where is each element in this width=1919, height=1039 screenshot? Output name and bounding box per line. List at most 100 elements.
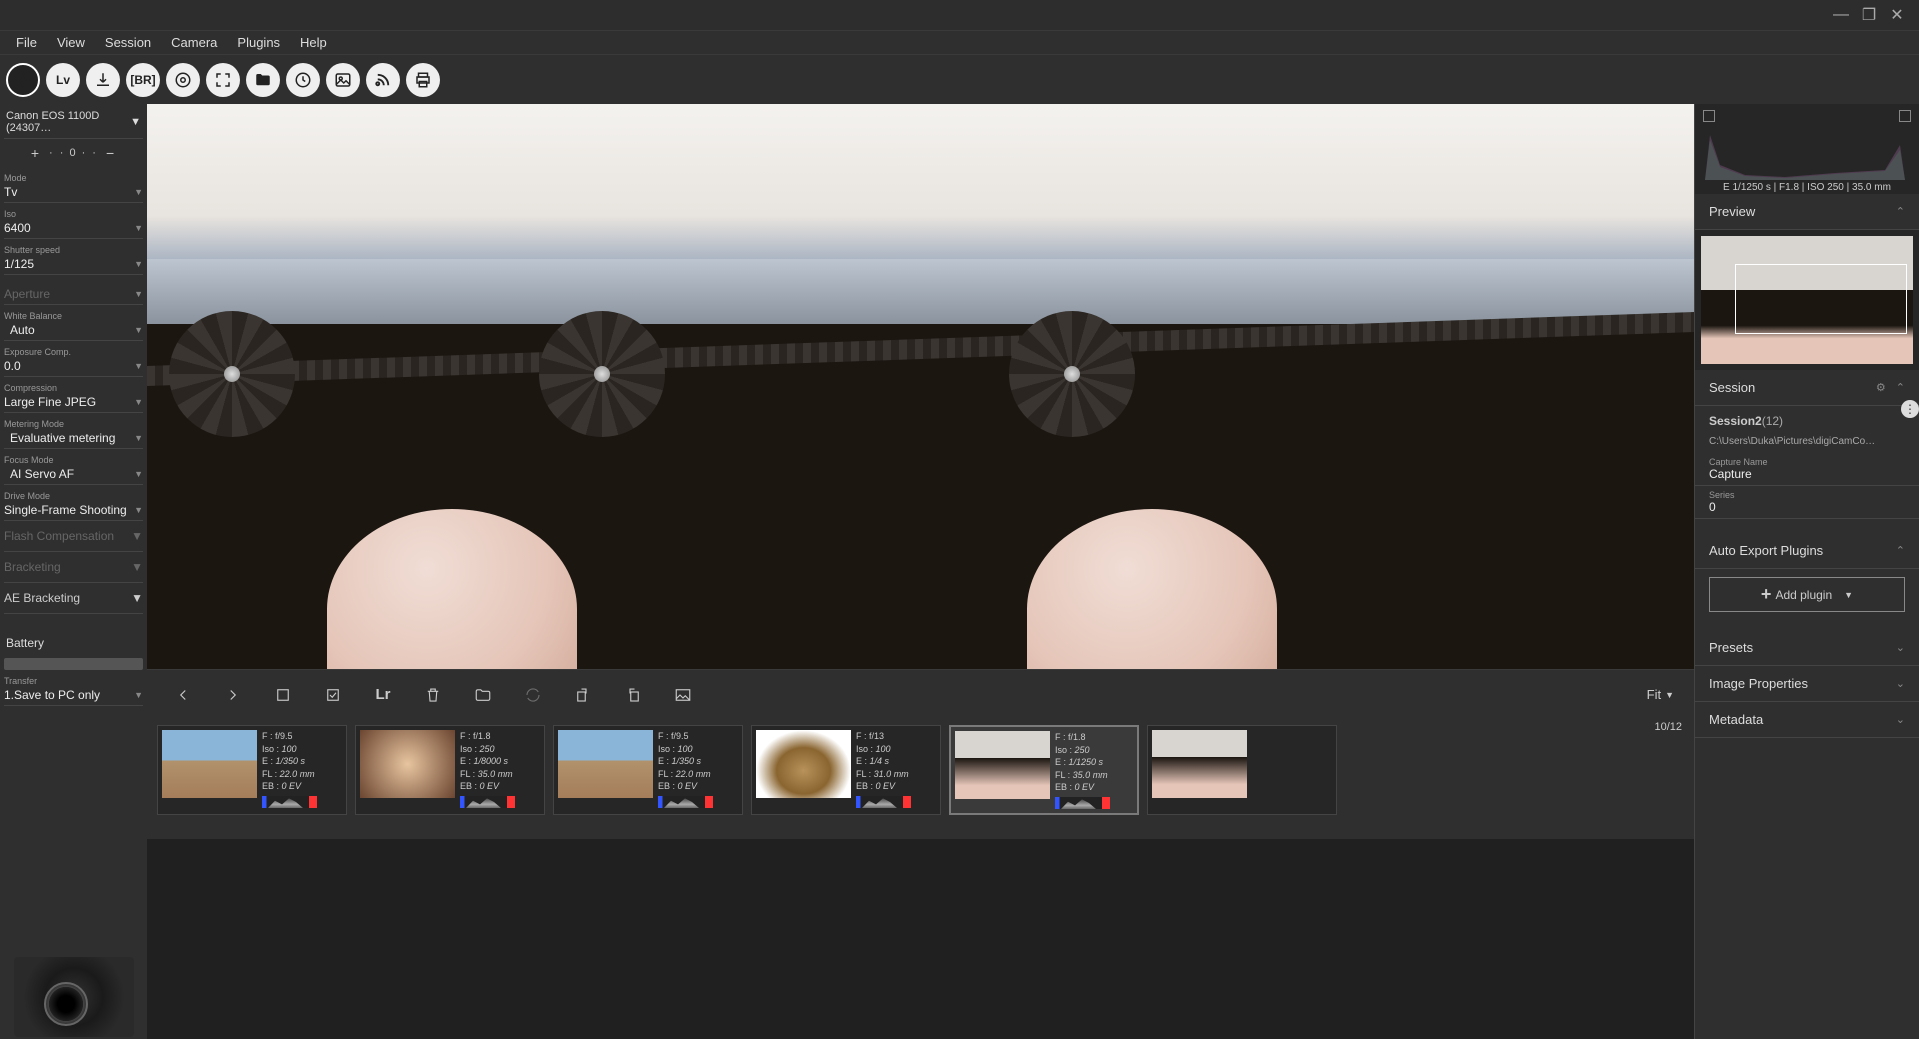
- menu-session[interactable]: Session: [95, 35, 161, 50]
- drive-select[interactable]: Single-Frame Shooting▼: [4, 501, 143, 521]
- plus-icon: +: [1761, 584, 1772, 605]
- bracketing-button[interactable]: [BR]: [126, 63, 160, 97]
- presets-section-header[interactable]: Presets ⌄: [1695, 630, 1919, 666]
- battery-bar: [4, 658, 143, 670]
- menu-plugins[interactable]: Plugins: [227, 35, 290, 50]
- menu-file[interactable]: File: [6, 35, 47, 50]
- ae-bracketing-section[interactable]: AE Bracketing▼: [4, 583, 143, 614]
- bracketing-section[interactable]: Bracketing▼: [4, 552, 143, 583]
- series-label: Series: [1695, 486, 1919, 500]
- filmstrip-item[interactable]: [1147, 725, 1337, 815]
- chevron-up-icon: ⌃: [1896, 544, 1905, 557]
- evc-select[interactable]: 0.0▼: [4, 357, 143, 377]
- center-area: LrFit▼ 10/12 F : f/9.5Iso : 100E : 1/350…: [147, 104, 1694, 1039]
- chevron-down-icon: ⌄: [1896, 641, 1905, 654]
- mode-select[interactable]: Tv▼: [4, 183, 143, 203]
- edit-image-button[interactable]: [667, 679, 699, 711]
- preview-section-header[interactable]: Preview ⌃: [1695, 194, 1919, 230]
- add-plugin-button[interactable]: + Add plugin ▼: [1709, 577, 1905, 612]
- main-preview-image[interactable]: [147, 104, 1694, 669]
- histogram-info: E 1/1250 s | F1.8 | ISO 250 | 35.0 mm: [1695, 182, 1919, 193]
- filmstrip-item[interactable]: F : f/9.5Iso : 100E : 1/350 sFL : 22.0 m…: [553, 725, 743, 815]
- main-toolbar: Lv [BR]: [0, 54, 1919, 104]
- lightroom-button[interactable]: Lr: [367, 679, 399, 711]
- autofocus-button[interactable]: [166, 63, 200, 97]
- chevron-down-icon: ▼: [134, 690, 143, 700]
- close-button[interactable]: ✕: [1883, 5, 1911, 25]
- refresh-button[interactable]: [517, 679, 549, 711]
- menu-view[interactable]: View: [47, 35, 95, 50]
- preview-viewport-rect[interactable]: [1735, 264, 1907, 334]
- side-tab-button[interactable]: ⋮: [1901, 400, 1919, 418]
- download-button[interactable]: [86, 63, 120, 97]
- metering-select[interactable]: Evaluative metering▼: [4, 429, 143, 449]
- capture-button[interactable]: [6, 63, 40, 97]
- histogram-highlight-clip-icon[interactable]: [1899, 110, 1911, 122]
- chevron-down-icon: ▼: [134, 469, 143, 479]
- histogram[interactable]: E 1/1250 s | F1.8 | ISO 250 | 35.0 mm: [1695, 104, 1919, 194]
- thumbnail-info: [1247, 730, 1252, 810]
- exposure-scale[interactable]: + · · 0 · · −: [4, 139, 143, 167]
- chevron-down-icon: ▼: [131, 591, 143, 605]
- rotate-right-button[interactable]: [617, 679, 649, 711]
- zoom-fit-select[interactable]: Fit▼: [1647, 687, 1674, 702]
- shutter-select[interactable]: 1/125▼: [4, 255, 143, 275]
- comp-label: Compression: [4, 383, 143, 393]
- filmstrip-item[interactable]: F : f/13Iso : 100E : 1/4 sFL : 31.0 mmEB…: [751, 725, 941, 815]
- capture-name-input[interactable]: Capture: [1695, 467, 1919, 486]
- menu-camera[interactable]: Camera: [161, 35, 227, 50]
- filmstrip-item[interactable]: F : f/9.5Iso : 100E : 1/350 sFL : 22.0 m…: [157, 725, 347, 815]
- ev-center: 0: [69, 147, 77, 159]
- filmstrip-item[interactable]: F : f/1.8Iso : 250E : 1/8000 sFL : 35.0 …: [355, 725, 545, 815]
- autoexport-section-header[interactable]: Auto Export Plugins ⌃: [1695, 533, 1919, 569]
- session-section-header[interactable]: Session ⚙ ⌃: [1695, 370, 1919, 406]
- flash-comp-section[interactable]: Flash Compensation▼: [4, 521, 143, 552]
- prev-button[interactable]: [167, 679, 199, 711]
- chevron-down-icon: ▼: [134, 505, 143, 515]
- filmstrip-item[interactable]: F : f/1.8Iso : 250E : 1/1250 sFL : 35.0 …: [949, 725, 1139, 815]
- camera-image: [14, 957, 134, 1037]
- series-input[interactable]: 0: [1695, 500, 1919, 519]
- preview-thumbnail[interactable]: [1695, 230, 1919, 370]
- unmark-button[interactable]: [267, 679, 299, 711]
- aperture-select[interactable]: Aperture▼: [4, 285, 143, 305]
- mark-button[interactable]: [317, 679, 349, 711]
- histogram-shadow-clip-icon[interactable]: [1703, 110, 1715, 122]
- liveview-button[interactable]: Lv: [46, 63, 80, 97]
- next-button[interactable]: [217, 679, 249, 711]
- print-button[interactable]: [406, 63, 440, 97]
- transfer-select[interactable]: 1.Save to PC only▼: [4, 686, 143, 706]
- focus-select[interactable]: AI Servo AF▼: [4, 465, 143, 485]
- rotate-left-button[interactable]: [567, 679, 599, 711]
- fullscreen-button[interactable]: [206, 63, 240, 97]
- battery-label: Battery: [4, 632, 143, 654]
- chevron-down-icon: ▼: [134, 223, 143, 233]
- ev-plus[interactable]: +: [23, 145, 49, 161]
- filmstrip[interactable]: F : f/9.5Iso : 100E : 1/350 sFL : 22.0 m…: [147, 719, 1694, 815]
- metadata-section-header[interactable]: Metadata ⌄: [1695, 702, 1919, 738]
- compression-select[interactable]: Large Fine JPEG▼: [4, 393, 143, 413]
- thumbnail-image: [558, 730, 653, 798]
- camera-selector[interactable]: Canon EOS 1100D (24307… ▼: [4, 106, 143, 139]
- folder-button[interactable]: [246, 63, 280, 97]
- delete-button[interactable]: [417, 679, 449, 711]
- image-properties-section-header[interactable]: Image Properties ⌄: [1695, 666, 1919, 702]
- image-button[interactable]: [326, 63, 360, 97]
- thumbnail-image: [955, 731, 1050, 799]
- minimize-button[interactable]: ―: [1827, 5, 1855, 25]
- iso-select[interactable]: 6400▼: [4, 219, 143, 239]
- chevron-down-icon: ⌄: [1896, 713, 1905, 726]
- session-name-row[interactable]: Session2(12): [1695, 406, 1919, 436]
- timer-button[interactable]: [286, 63, 320, 97]
- wb-select[interactable]: Auto▼: [4, 321, 143, 341]
- chevron-down-icon: ▼: [130, 116, 141, 128]
- thumbnail-info: F : f/1.8Iso : 250E : 1/8000 sFL : 35.0 …: [455, 730, 515, 810]
- menu-help[interactable]: Help: [290, 35, 337, 50]
- wifi-button[interactable]: [366, 63, 400, 97]
- gear-icon[interactable]: ⚙: [1876, 381, 1886, 394]
- chevron-down-icon: ▼: [134, 433, 143, 443]
- maximize-button[interactable]: ❐: [1855, 5, 1883, 25]
- open-folder-button[interactable]: [467, 679, 499, 711]
- ev-minus[interactable]: −: [98, 145, 124, 161]
- menubar: FileViewSessionCameraPluginsHelp: [0, 30, 1919, 54]
